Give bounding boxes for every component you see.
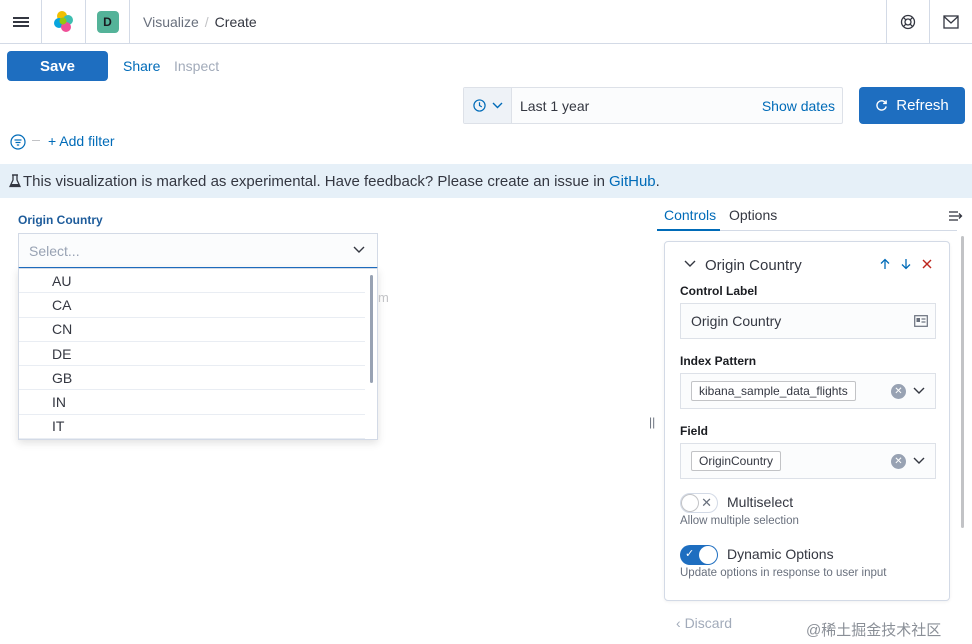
inspect-link[interactable]: Inspect [174, 58, 219, 74]
chevron-down-icon[interactable] [913, 387, 925, 395]
refresh-button[interactable]: Refresh [859, 87, 965, 124]
chevron-down-icon[interactable] [684, 260, 696, 268]
time-picker: Last 1 year Show dates [463, 87, 843, 124]
chevron-down-icon[interactable] [913, 457, 925, 465]
discard-label: Discard [684, 615, 733, 631]
toggle-knob [699, 546, 717, 564]
list-item[interactable]: DE [19, 342, 365, 367]
combobox-options-list: AU CA CN DE GB IN IT [18, 268, 378, 440]
menu-toggle-button[interactable] [0, 0, 42, 44]
tab-controls[interactable]: Controls [664, 207, 716, 223]
discard-button[interactable]: ‹ Discard [676, 615, 732, 631]
top-header: D Visualize / Create [0, 0, 972, 44]
list-item[interactable]: AU [19, 269, 365, 294]
mail-icon [943, 15, 959, 29]
collapse-sidebar-button[interactable] [948, 209, 964, 227]
active-tab-indicator [657, 229, 720, 231]
quick-menu-button[interactable] [464, 88, 512, 123]
arrow-down-icon[interactable] [900, 258, 912, 270]
dynamic-options-help: Update options in response to user input [680, 567, 887, 579]
cross-icon: ✕ [701, 495, 712, 510]
control-label-label: Control Label [680, 284, 758, 298]
list-item[interactable]: CA [19, 293, 365, 318]
multiselect-label: Multiselect [727, 494, 794, 510]
show-dates-link[interactable]: Show dates [762, 98, 835, 114]
beaker-icon [9, 174, 21, 188]
list-item[interactable]: GB [19, 366, 365, 391]
hamburger-icon [12, 15, 29, 29]
toggle-knob [681, 494, 699, 512]
field-label: Field [680, 424, 709, 438]
background-text: m [378, 290, 389, 305]
clear-icon[interactable]: ✕ [891, 454, 906, 469]
index-pattern-pill[interactable]: kibana_sample_data_flights [691, 381, 856, 401]
list-item[interactable]: CN [19, 318, 365, 342]
origin-country-combobox[interactable]: Select... [18, 233, 378, 269]
space-selector[interactable]: D [86, 0, 130, 44]
check-icon: ✓ [685, 548, 695, 560]
options-scrollbar[interactable] [370, 275, 373, 383]
refresh-label: Refresh [896, 97, 949, 114]
add-filter-link[interactable]: + Add filter [48, 133, 115, 149]
share-link[interactable]: Share [123, 58, 160, 74]
kibana-logo[interactable] [42, 0, 86, 44]
menu-right-icon [949, 211, 963, 221]
clear-icon[interactable]: ✕ [891, 384, 906, 399]
dynamic-options-toggle[interactable]: ✓ [680, 545, 718, 565]
control-label-input[interactable]: Origin Country [680, 303, 936, 339]
index-pattern-label: Index Pattern [680, 354, 757, 368]
help-lifebuoy-icon [900, 14, 916, 30]
experimental-banner: This visualization is marked as experime… [0, 164, 972, 198]
editor-scrollbar[interactable] [961, 236, 964, 528]
newsfeed-button[interactable] [929, 0, 972, 44]
cross-icon[interactable] [921, 258, 933, 270]
breadcrumb-create: Create [214, 13, 257, 30]
list-item[interactable]: IN [19, 390, 365, 415]
github-link[interactable]: GitHub [609, 173, 656, 190]
panel-resize-handle[interactable]: || [649, 415, 655, 429]
editor-tabs: Controls Options [657, 203, 957, 231]
filter-divider [32, 140, 40, 141]
banner-text: This visualization is marked as experime… [23, 172, 605, 190]
breadcrumb-separator: / [204, 13, 209, 30]
combobox-placeholder: Select... [29, 242, 80, 259]
filter-icon [10, 134, 26, 150]
tab-options[interactable]: Options [729, 207, 777, 223]
filter-options-button[interactable] [10, 134, 26, 155]
arrow-up-icon[interactable] [879, 258, 891, 270]
save-button[interactable]: Save [7, 51, 108, 81]
help-button[interactable] [886, 0, 929, 44]
breadcrumb-visualize[interactable]: Visualize [143, 14, 199, 30]
banner-tail: . [655, 172, 660, 190]
breadcrumb: Visualize / Create [143, 14, 257, 30]
multiselect-toggle[interactable]: ✕ [680, 493, 718, 513]
watermark: @稀土掘金技术社区 [806, 622, 942, 639]
refresh-icon [876, 100, 888, 111]
dynamic-options-label: Dynamic Options [727, 546, 834, 562]
preview-control-label: Origin Country [18, 213, 103, 227]
control-label-value: Origin Country [691, 313, 782, 329]
list-item[interactable]: IT [19, 415, 365, 439]
index-pattern-select[interactable]: kibana_sample_data_flights ✕ [680, 373, 936, 409]
time-range-value[interactable]: Last 1 year [520, 98, 589, 114]
chevron-down-icon [492, 102, 502, 109]
elastic-logo-icon [53, 10, 73, 32]
id-card-icon [914, 315, 928, 327]
control-editor-card: Origin Country Control Label Origin Coun… [664, 241, 950, 601]
chevron-down-icon[interactable] [353, 246, 365, 254]
field-select[interactable]: OriginCountry ✕ [680, 443, 936, 479]
space-avatar: D [96, 10, 119, 33]
card-title: Origin Country [705, 257, 802, 274]
multiselect-help: Allow multiple selection [680, 515, 799, 527]
clock-icon [472, 99, 486, 112]
field-pill[interactable]: OriginCountry [691, 451, 782, 471]
